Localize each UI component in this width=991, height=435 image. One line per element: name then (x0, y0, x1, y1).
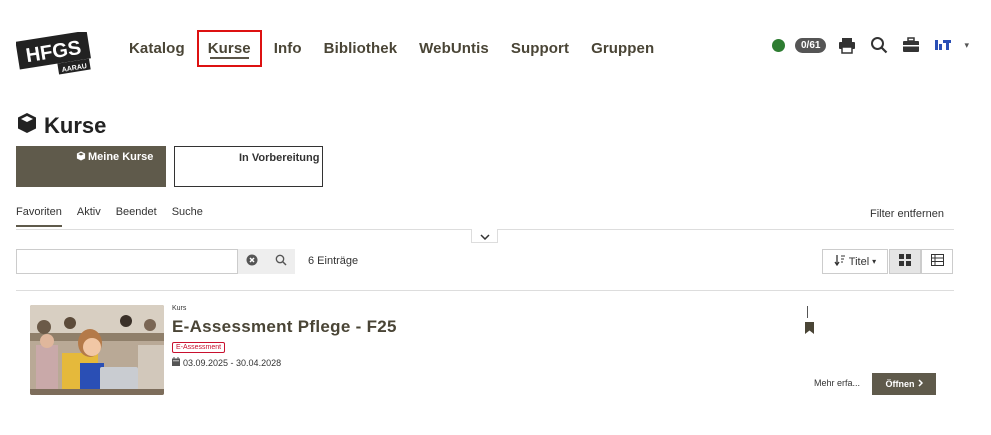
chevron-right-icon (917, 379, 923, 389)
grid-view-button[interactable] (889, 249, 921, 274)
nav-item-gruppen[interactable]: Gruppen (591, 40, 654, 57)
status-dot (772, 38, 785, 52)
list-divider (16, 290, 954, 291)
course-tabs: Favoriten Aktiv Beendet Suche (16, 206, 203, 227)
calendar-icon (172, 357, 180, 368)
tab-beendet[interactable]: Beendet (116, 206, 157, 227)
tile-meine-kurse-label: Meine Kurse (88, 151, 154, 163)
top-bar: HFGS AARAU Katalog Kurse Info Bibliothek… (0, 0, 991, 95)
course-title[interactable]: E-Assessment Pflege - F25 (172, 317, 397, 337)
tab-favoriten[interactable]: Favoriten (16, 206, 62, 227)
page-heading: Kurse (44, 112, 107, 138)
counter-badge[interactable]: 0/61 (795, 37, 827, 53)
nav-item-info[interactable]: Info (274, 40, 302, 57)
sort-label: Titel (848, 255, 870, 268)
list-view-button[interactable] (921, 249, 953, 274)
chevron-down-icon (479, 227, 490, 245)
nav-item-bibliothek[interactable]: Bibliothek (324, 40, 398, 57)
course-date-range: 03.09.2025 - 30.04.2028 (183, 357, 282, 368)
nav-item-support[interactable]: Support (511, 40, 569, 57)
collapse-toggle[interactable] (471, 229, 498, 243)
tile-in-vorbereitung-label: In Vorbereitung (239, 152, 320, 164)
course-tag: E-Assessment (172, 342, 226, 353)
open-course-button[interactable]: Öffnen (872, 373, 936, 395)
clear-icon[interactable] (246, 253, 258, 271)
sort-button[interactable]: Titel ▾ (822, 249, 888, 274)
toolbar: 0/61 ▾ (772, 34, 969, 56)
search-submit-icon[interactable] (275, 253, 287, 271)
tile-meine-kurse[interactable]: Meine Kurse (16, 146, 166, 187)
search-buttons (238, 249, 295, 274)
card-separator (807, 306, 808, 318)
search-icon[interactable] (868, 34, 890, 56)
sort-icon (834, 254, 846, 269)
hfgs-logo[interactable]: HFGS AARAU (16, 32, 92, 78)
search-input[interactable] (16, 249, 238, 274)
caret-down-icon: ▾ (872, 257, 877, 266)
course-thumbnail[interactable] (30, 305, 164, 395)
open-button-label: Öffnen (885, 379, 915, 389)
nav-item-kurse[interactable]: Kurse (196, 29, 262, 67)
nav-item-katalog[interactable]: Katalog (129, 40, 185, 57)
tile-in-vorbereitung[interactable]: In Vorbereitung (174, 146, 323, 187)
dropdown-caret-icon[interactable]: ▾ (964, 40, 969, 51)
course-card: Kurs E-Assessment Pflege - F25 E-Assessm… (30, 305, 940, 397)
print-icon[interactable] (836, 34, 858, 56)
entry-count: 6 Einträge (308, 255, 359, 267)
view-switcher (889, 249, 954, 274)
cube-icon (16, 112, 38, 139)
list-icon (930, 253, 944, 271)
course-type: Kurs (172, 305, 187, 312)
cube-small-icon (76, 151, 86, 164)
tab-suche[interactable]: Suche (172, 206, 203, 227)
grid-icon (899, 253, 911, 271)
main-nav: Katalog Kurse Info Bibliothek WebUntis S… (118, 29, 665, 67)
course-dates: 03.09.2025 - 30.04.2028 (172, 357, 281, 368)
briefcase-icon[interactable] (900, 34, 922, 56)
user-avatar-icon[interactable] (932, 34, 954, 56)
tab-aktiv[interactable]: Aktiv (77, 206, 101, 227)
bookmark-icon[interactable] (805, 321, 814, 339)
more-info-link[interactable]: Mehr erfa... (814, 378, 860, 388)
nav-item-webuntis[interactable]: WebUntis (419, 40, 489, 57)
page-title: Kurse (16, 112, 106, 139)
filter-reset-link[interactable]: Filter entfernen (870, 208, 944, 220)
